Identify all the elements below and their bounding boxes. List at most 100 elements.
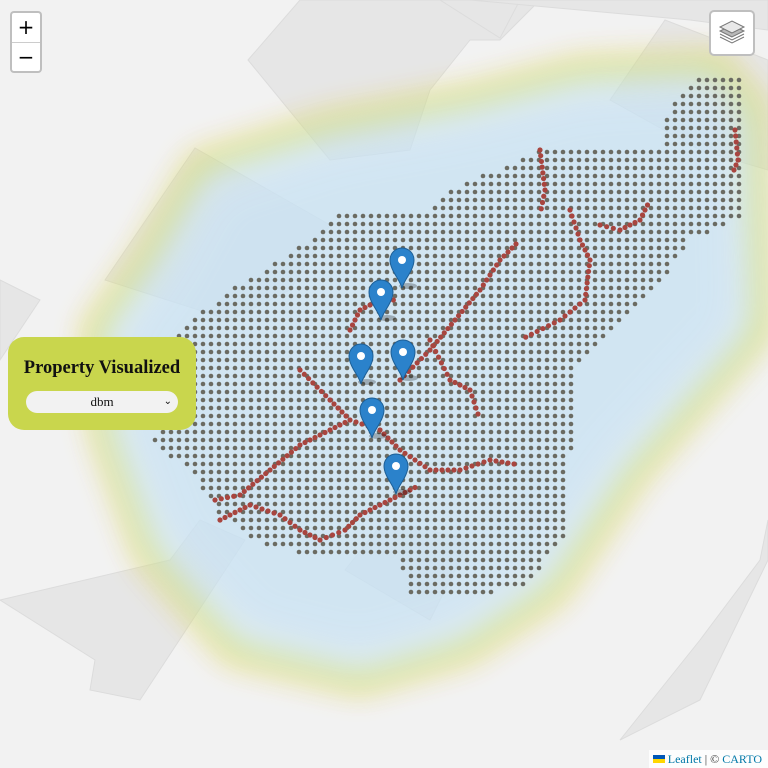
survey-point: [464, 357, 470, 363]
path-point: [305, 375, 312, 382]
survey-point: [240, 453, 246, 459]
survey-point: [696, 205, 702, 211]
survey-point: [736, 173, 742, 179]
survey-point: [448, 189, 454, 195]
survey-point: [448, 341, 454, 347]
survey-point: [328, 525, 334, 531]
survey-point: [568, 413, 574, 419]
survey-point: [656, 221, 662, 227]
zoom-in-button[interactable]: +: [12, 13, 40, 43]
survey-point: [416, 397, 422, 403]
property-select[interactable]: dbm ⌄: [26, 391, 178, 413]
survey-point: [472, 341, 478, 347]
survey-point: [456, 485, 462, 491]
survey-point: [280, 525, 286, 531]
survey-point: [552, 301, 558, 307]
survey-point: [520, 421, 526, 427]
survey-point: [520, 197, 526, 203]
survey-point: [576, 309, 582, 315]
survey-point: [248, 533, 254, 539]
survey-point: [328, 285, 334, 291]
survey-point: [368, 325, 374, 331]
survey-point: [528, 301, 534, 307]
survey-point: [480, 325, 486, 331]
survey-point: [608, 325, 614, 331]
survey-point: [304, 301, 310, 307]
path-point: [731, 167, 737, 173]
path-point: [277, 512, 283, 518]
carto-link[interactable]: CARTO: [722, 750, 762, 768]
survey-point: [240, 285, 246, 291]
survey-point: [416, 445, 422, 451]
survey-point: [392, 221, 398, 227]
survey-point: [432, 333, 438, 339]
survey-point: [416, 565, 422, 571]
survey-point: [248, 381, 254, 387]
survey-point: [464, 229, 470, 235]
survey-point: [680, 117, 686, 123]
survey-point: [608, 157, 614, 163]
survey-point: [368, 317, 374, 323]
survey-point: [312, 261, 318, 267]
survey-point: [728, 181, 734, 187]
path-point: [441, 365, 447, 372]
survey-point: [456, 421, 462, 427]
survey-point: [464, 437, 470, 443]
leaflet-link[interactable]: Leaflet: [668, 750, 702, 768]
survey-point: [536, 445, 542, 451]
survey-point: [592, 277, 598, 283]
zoom-out-button[interactable]: −: [12, 43, 40, 72]
survey-point: [688, 93, 694, 99]
survey-point: [224, 373, 230, 379]
survey-point: [280, 389, 286, 395]
survey-point: [296, 269, 302, 275]
survey-point: [640, 253, 646, 259]
survey-point: [544, 309, 550, 315]
path-point: [280, 456, 286, 462]
survey-point: [496, 269, 502, 275]
survey-point: [320, 477, 326, 483]
survey-point: [280, 381, 286, 387]
survey-point: [376, 341, 382, 347]
survey-point: [672, 133, 678, 139]
survey-point: [224, 413, 230, 419]
survey-point: [552, 269, 558, 275]
survey-point: [624, 165, 630, 171]
survey-point: [312, 485, 318, 491]
survey-point: [464, 405, 470, 411]
survey-point: [576, 293, 582, 299]
path-point: [310, 380, 316, 386]
survey-point: [296, 461, 302, 467]
survey-point: [544, 157, 550, 163]
path-point: [357, 512, 363, 518]
path-point: [573, 225, 579, 231]
survey-point: [336, 517, 342, 523]
survey-point: [472, 437, 478, 443]
survey-point: [600, 333, 606, 339]
survey-point: [720, 77, 726, 83]
path-point: [470, 295, 476, 302]
survey-point: [224, 437, 230, 443]
survey-point: [536, 317, 542, 323]
survey-point: [592, 189, 598, 195]
survey-point: [328, 509, 334, 515]
path-point: [357, 307, 363, 313]
path-point: [307, 437, 313, 443]
survey-point: [232, 357, 238, 363]
survey-point: [160, 445, 166, 451]
survey-point: [192, 469, 198, 475]
survey-point: [504, 317, 510, 323]
survey-point: [640, 261, 646, 267]
survey-point: [464, 253, 470, 259]
layers-control-button[interactable]: [709, 10, 755, 56]
survey-point: [400, 405, 406, 411]
survey-point: [344, 261, 350, 267]
survey-point: [696, 77, 702, 83]
survey-point: [488, 437, 494, 443]
survey-point: [352, 549, 358, 555]
survey-point: [720, 189, 726, 195]
survey-point: [600, 157, 606, 163]
survey-point: [368, 277, 374, 283]
path-point: [583, 285, 590, 292]
survey-point: [560, 269, 566, 275]
